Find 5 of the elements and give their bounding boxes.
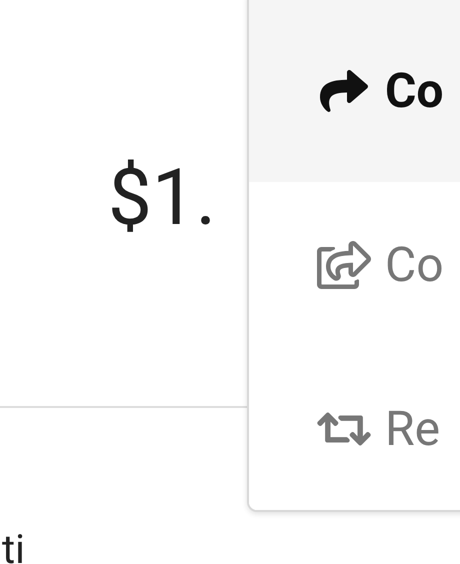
label-text: ti: [2, 530, 25, 564]
menu-item[interactable]: Re: [249, 347, 460, 510]
menu-item[interactable]: Co: [249, 0, 460, 182]
share-arrow-icon: [317, 67, 371, 115]
price-text: $1.: [108, 160, 216, 238]
